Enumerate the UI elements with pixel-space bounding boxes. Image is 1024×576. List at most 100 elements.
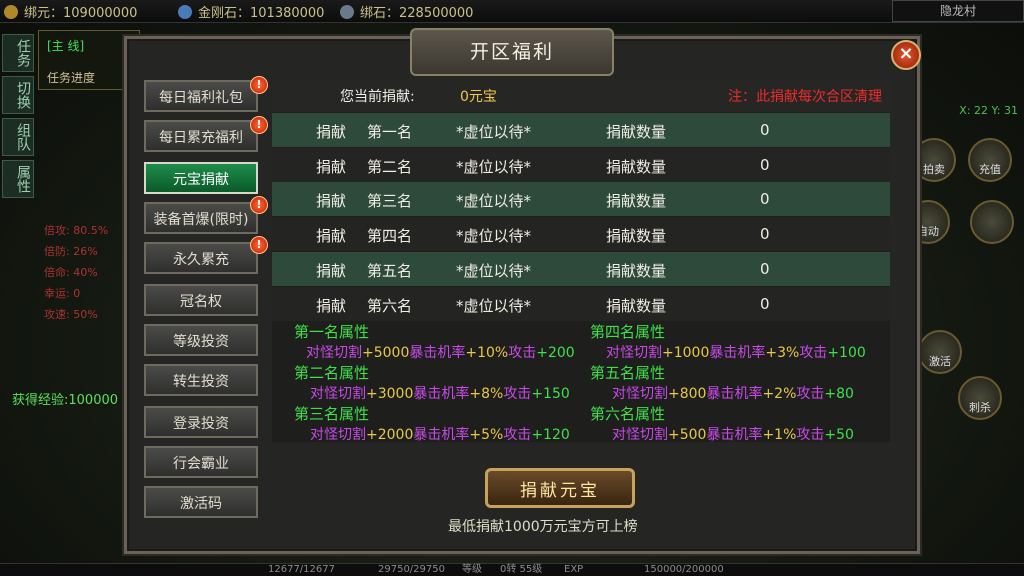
donate-yuanbao-button[interactable]: 捐献元宝: [485, 468, 635, 508]
menu-guild-hegemony[interactable]: 行会霸业: [144, 446, 258, 478]
alert-badge-icon: !: [250, 76, 268, 94]
mp-text: 29750/29750: [378, 564, 445, 575]
stat-line: 攻速: 50%: [44, 308, 98, 321]
current-donation-label: 您当前捐献:: [340, 89, 415, 105]
rank-label: 捐献: [316, 158, 347, 176]
rank-label: 捐献: [316, 227, 347, 245]
rebirth-level: 0转 55级: [500, 564, 543, 575]
player-coords: X: 22 Y: 31: [959, 104, 1018, 117]
rank-label: 捐献: [316, 123, 347, 141]
current-donation-row: 您当前捐献: 0元宝 注：此捐献每次合区清理: [272, 78, 890, 112]
exp-value: 150000/200000: [644, 564, 724, 575]
rank-label: 捐献: [316, 262, 347, 280]
stat-line: 倍防: 26%: [44, 245, 98, 258]
task-type: [主 线]: [47, 39, 85, 53]
menu-daily-gift[interactable]: 每日福利礼包: [144, 80, 258, 112]
alert-badge-icon: !: [250, 196, 268, 214]
task-progress: 任务进度: [47, 71, 96, 85]
coin-icon: [4, 5, 18, 19]
rank-player: *虚位以待*: [456, 262, 532, 280]
skill-assassinate-button[interactable]: 刺杀: [958, 376, 1002, 420]
stat-line: 倍命: 40%: [44, 266, 98, 279]
rank-label: 捐献: [316, 297, 347, 315]
menu-daily-recharge[interactable]: 每日累充福利: [144, 120, 258, 152]
reward-line: 对怪切割+800暴击机率+2%攻击+80: [612, 386, 854, 402]
tab-task[interactable]: 任务: [2, 34, 34, 72]
exp-label: EXP: [564, 564, 584, 575]
level-label: 等级: [462, 564, 482, 575]
rank-amount-label: 捐献数量: [606, 262, 667, 280]
tab-team[interactable]: 组队: [2, 118, 34, 156]
tab-attributes[interactable]: 属性: [2, 160, 34, 198]
alert-badge-icon: !: [250, 236, 268, 254]
reward-title: 第四名属性: [590, 323, 666, 341]
rank-amount-label: 捐献数量: [606, 297, 667, 315]
recharge-button[interactable]: 充值: [968, 138, 1012, 182]
rank-row: 捐献 第四名 *虚位以待* 捐献数量 0: [272, 217, 890, 251]
current-donation-value: 0元宝: [460, 89, 497, 105]
map-location[interactable]: 隐龙村: [892, 0, 1024, 22]
rank-row: 捐献 第一名 *虚位以待* 捐献数量 0: [272, 113, 890, 147]
resource-stone: 绑石：228500000: [340, 2, 473, 21]
menu-yuanbao-donate[interactable]: 元宝捐献: [144, 162, 258, 194]
reward-title: 第一名属性: [294, 323, 370, 341]
reward-line: 对怪切割+1000暴击机率+3%攻击+100: [606, 345, 866, 361]
menu-login-invest[interactable]: 登录投资: [144, 406, 258, 438]
side-tabs: 任务 切换 组队 属性: [0, 30, 34, 198]
dialog-title: 开区福利: [410, 28, 614, 76]
skill-slot-button[interactable]: [970, 200, 1014, 244]
reward-line: 对怪切割+3000暴击机率+8%攻击+150: [310, 386, 570, 402]
rank-amount: 0: [760, 156, 770, 174]
rank-player: *虚位以待*: [456, 227, 532, 245]
menu-permanent-recharge[interactable]: 永久累充: [144, 242, 258, 274]
rank-amount-label: 捐献数量: [606, 158, 667, 176]
rank-amount: 0: [760, 260, 770, 278]
reward-line: 对怪切割+500暴击机率+1%攻击+50: [612, 427, 854, 443]
rank-row: 捐献 第二名 *虚位以待* 捐献数量 0: [272, 148, 890, 182]
stat-line: 幸运: 0: [44, 287, 81, 300]
hp-text: 12677/12677: [268, 564, 335, 575]
rank-position: 第三名: [367, 192, 413, 210]
diamond-icon: [178, 5, 192, 19]
rank-amount: 0: [760, 295, 770, 313]
stone-icon: [340, 5, 354, 19]
menu-naming-rights[interactable]: 冠名权: [144, 284, 258, 316]
rank-player: *虚位以待*: [456, 297, 532, 315]
resource-bound-gold: 绑元：109000000: [4, 2, 137, 21]
rank-position: 第四名: [367, 227, 413, 245]
merge-note: 注：此捐献每次合区清理: [728, 89, 882, 105]
rank-player: *虚位以待*: [456, 158, 532, 176]
rank-amount: 0: [760, 121, 770, 139]
rank-label: 捐献: [316, 192, 347, 210]
player-stats: 倍攻: 80.5% 倍防: 26% 倍命: 40% 幸运: 0 攻速: 50%: [44, 220, 108, 325]
resource-diamond: 金刚石：101380000: [178, 2, 324, 21]
status-bar: 12677/12677 29750/29750 等级 0转 55级 EXP 15…: [0, 563, 1024, 576]
rank-amount-label: 捐献数量: [606, 123, 667, 141]
resource-bar: 绑元：109000000 金刚石：101380000 绑石：228500000: [0, 0, 1024, 23]
rank-row: 捐献 第三名 *虚位以待* 捐献数量 0: [272, 182, 890, 216]
rank-amount: 0: [760, 225, 770, 243]
rank-amount: 0: [760, 190, 770, 208]
skill-activate-button[interactable]: 激活: [918, 330, 962, 374]
menu-level-invest[interactable]: 等级投资: [144, 324, 258, 356]
rank-amount-label: 捐献数量: [606, 192, 667, 210]
donation-panel: 您当前捐献: 0元宝 注：此捐献每次合区清理 捐献 第一名 *虚位以待* 捐献数…: [272, 78, 890, 443]
menu-activation-code[interactable]: 激活码: [144, 486, 258, 518]
rank-position: 第六名: [367, 297, 413, 315]
close-button[interactable]: ×: [891, 40, 921, 70]
rank-player: *虚位以待*: [456, 123, 532, 141]
alert-badge-icon: !: [250, 116, 268, 134]
menu-equip-first-drop[interactable]: 装备首爆(限时): [144, 202, 258, 234]
reward-title: 第二名属性: [294, 364, 370, 382]
reward-title: 第五名属性: [590, 364, 666, 382]
rank-amount-label: 捐献数量: [606, 227, 667, 245]
minimum-donation-hint: 最低捐献1000万元宝方可上榜: [448, 519, 638, 535]
menu-rebirth-invest[interactable]: 转生投资: [144, 364, 258, 396]
tab-switch[interactable]: 切换: [2, 76, 34, 114]
reward-line: 对怪切割+5000暴击机率+10%攻击+200: [306, 345, 575, 361]
rank-position: 第二名: [367, 158, 413, 176]
rank-player: *虚位以待*: [456, 192, 532, 210]
reward-title: 第六名属性: [590, 405, 666, 423]
rank-row: 捐献 第六名 *虚位以待* 捐献数量 0: [272, 287, 890, 321]
reward-line: 对怪切割+2000暴击机率+5%攻击+120: [310, 427, 570, 443]
